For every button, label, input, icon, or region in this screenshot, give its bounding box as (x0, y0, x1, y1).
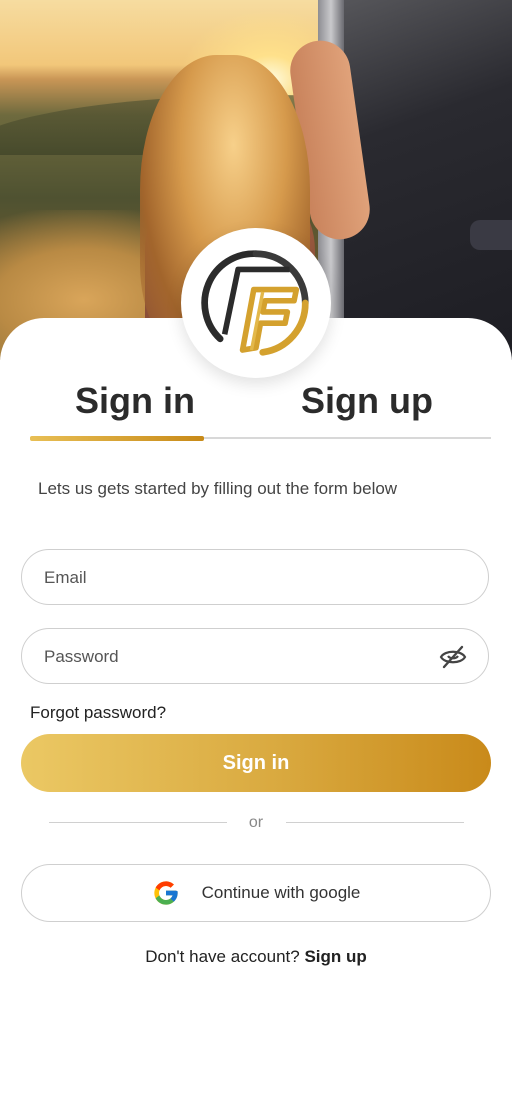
password-field[interactable] (21, 628, 489, 685)
google-sign-in-button[interactable]: Continue with google (21, 864, 491, 922)
tab-sign-in[interactable]: Sign in (20, 370, 250, 432)
password-input[interactable] (42, 629, 426, 685)
divider-line (286, 822, 464, 823)
signup-link[interactable]: Sign up (304, 947, 366, 966)
tab-active-indicator (30, 436, 204, 441)
email-input[interactable] (42, 550, 426, 606)
brand-logo (181, 228, 331, 378)
tab-sign-up[interactable]: Sign up (252, 370, 482, 432)
forgot-password-link[interactable]: Forgot password? (30, 703, 166, 723)
sign-in-button[interactable]: Sign in (21, 734, 491, 792)
form-subtitle: Lets us gets started by filling out the … (38, 479, 398, 498)
signup-prompt: Don't have account? Sign up (0, 947, 512, 967)
brand-f-logo-icon (201, 250, 309, 356)
signup-prompt-text: Don't have account? (145, 947, 300, 966)
divider-line (49, 822, 227, 823)
auth-tabs: Sign in Sign up (30, 370, 491, 441)
google-button-label: Continue with google (201, 883, 361, 902)
google-icon (153, 881, 178, 905)
divider-label: or (248, 814, 264, 831)
eye-off-icon[interactable] (438, 642, 468, 672)
email-field[interactable] (21, 549, 489, 606)
